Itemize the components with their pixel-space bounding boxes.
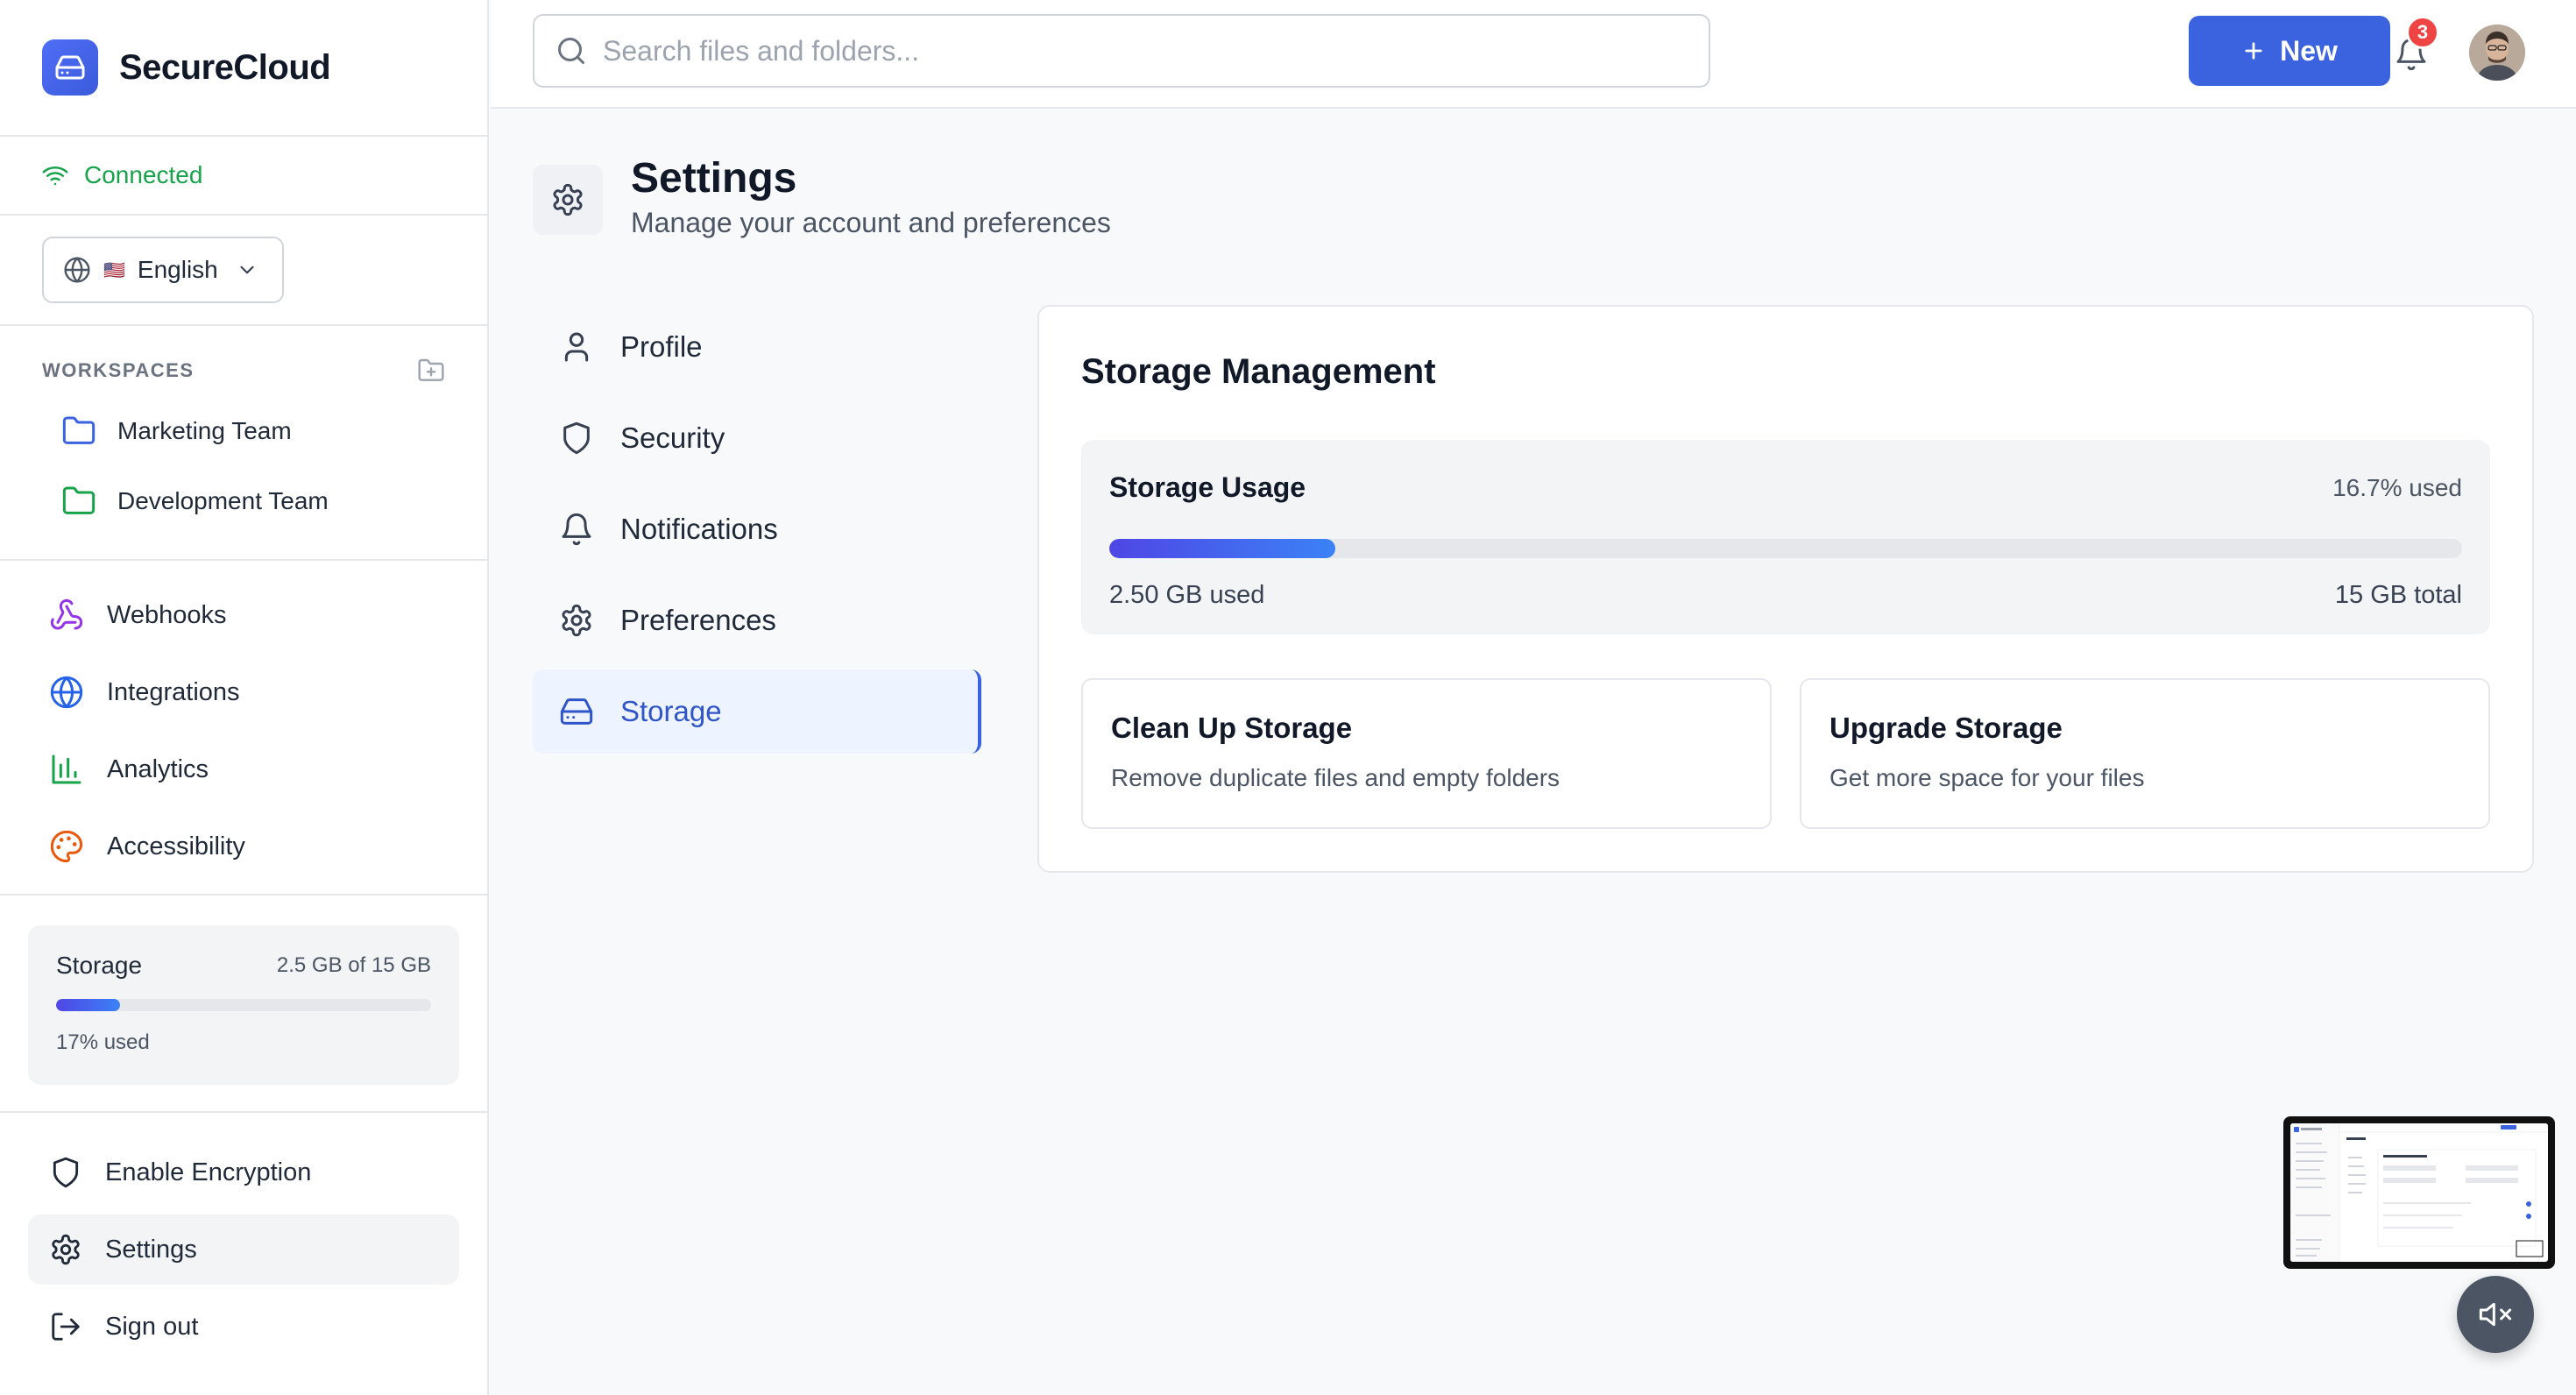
page-header: Settings Manage your account and prefere… — [533, 154, 1111, 239]
storage-usage-card: Storage Usage 16.7% used 2.50 GB used 15… — [1081, 440, 2490, 634]
usage-progress-fill — [1109, 539, 1335, 558]
tab-label: Preferences — [620, 604, 776, 636]
tab-security[interactable]: Security — [533, 396, 981, 480]
sidebar-storage-widget: Storage 2.5 GB of 15 GB 17% used — [28, 925, 459, 1085]
workspaces-section: WORKSPACES Marketing Team Development Te… — [0, 326, 487, 561]
tab-profile[interactable]: Profile — [533, 305, 981, 389]
plus-icon — [2245, 42, 2262, 60]
language-label: English — [137, 256, 218, 283]
search-icon — [558, 38, 584, 64]
usage-title: Storage Usage — [1109, 471, 1306, 503]
storage-progress-fill — [56, 999, 120, 1011]
app-name: SecureCloud — [119, 47, 331, 87]
gear-icon — [553, 183, 583, 216]
folder-icon — [62, 486, 96, 514]
gear-icon — [562, 604, 591, 637]
shield-icon — [53, 1157, 79, 1188]
sign-out-button[interactable]: Sign out — [28, 1292, 459, 1362]
clean-up-storage-card[interactable]: Clean Up Storage Remove duplicate files … — [1081, 678, 1772, 829]
workspaces-title: WORKSPACES — [42, 359, 195, 381]
sidebar-item-label: Integrations — [107, 677, 240, 706]
gear-icon — [52, 1234, 80, 1265]
tab-notifications[interactable]: Notifications — [533, 487, 981, 571]
volume-mute-icon — [2479, 1302, 2512, 1327]
user-icon — [564, 332, 589, 362]
us-flag-icon: 🇺🇸 — [103, 260, 125, 280]
action-title: Clean Up Storage — [1111, 712, 1353, 744]
bar-chart-icon — [52, 754, 81, 784]
storage-progress-bar — [56, 999, 431, 1011]
palette-icon — [50, 830, 83, 863]
enable-encryption-button[interactable]: Enable Encryption — [28, 1137, 459, 1207]
globe-icon — [50, 676, 83, 709]
tab-label: Storage — [620, 695, 722, 727]
workspace-marketing-team[interactable]: Marketing Team — [42, 396, 445, 466]
sidebar-item-label: Accessibility — [107, 832, 245, 860]
hard-drive-logo-icon — [42, 39, 98, 96]
page-subtitle: Manage your account and preferences — [631, 207, 1111, 238]
storage-amount: 2.5 GB of 15 GB — [276, 953, 431, 977]
search-box[interactable] — [533, 14, 1710, 88]
bottom-item-label: Sign out — [105, 1312, 199, 1341]
usage-total: 15 GB total — [2334, 581, 2462, 609]
new-button-label: New — [2280, 34, 2338, 67]
wifi-icon — [42, 166, 68, 186]
connection-status: Connected — [0, 137, 487, 216]
chevron-down-icon — [240, 266, 254, 274]
settings-nav: Profile Security Notifications Preferenc… — [533, 305, 981, 761]
screen-preview-thumbnail[interactable] — [2283, 1116, 2555, 1269]
top-bar: New 3 — [491, 0, 2576, 109]
tab-preferences[interactable]: Preferences — [533, 578, 981, 662]
sidebar-item-label: Analytics — [107, 754, 209, 783]
usage-progress-bar — [1109, 539, 2462, 558]
workspace-label: Marketing Team — [117, 417, 292, 444]
sidebar-item-integrations[interactable]: Integrations — [0, 654, 487, 731]
settings-header-icon — [533, 165, 603, 235]
usage-used: 2.50 GB used — [1109, 581, 1265, 609]
add-folder-icon[interactable] — [417, 357, 445, 385]
language-select[interactable]: 🇺🇸 English — [42, 237, 284, 303]
folder-icon — [62, 416, 96, 444]
new-button[interactable]: New — [2189, 16, 2390, 86]
user-avatar[interactable] — [2469, 25, 2525, 81]
sidebar-item-settings[interactable]: Settings — [28, 1214, 459, 1285]
globe-icon — [64, 257, 90, 283]
brand[interactable]: SecureCloud — [0, 0, 487, 137]
workspace-development-team[interactable]: Development Team — [42, 466, 445, 536]
sidebar-item-accessibility[interactable]: Accessibility — [0, 808, 487, 885]
sidebar-nav: Webhooks Integrations Analytics Accessib… — [0, 561, 487, 896]
search-input[interactable] — [603, 34, 1654, 67]
mute-button[interactable] — [2457, 1276, 2534, 1353]
page-title: Settings — [631, 155, 797, 202]
bell-icon — [562, 513, 591, 546]
tab-label: Security — [620, 421, 725, 454]
hard-drive-icon — [560, 698, 593, 725]
connection-label: Connected — [84, 161, 203, 188]
tab-storage[interactable]: Storage — [533, 669, 981, 754]
panel-title: Storage Management — [1081, 352, 1436, 391]
action-description: Remove duplicate files and empty folders — [1111, 764, 1560, 791]
notification-count-badge: 3 — [2406, 16, 2439, 49]
bottom-item-label: Enable Encryption — [105, 1158, 312, 1186]
upgrade-storage-card[interactable]: Upgrade Storage Get more space for your … — [1800, 678, 2490, 829]
action-title: Upgrade Storage — [1829, 712, 2063, 744]
action-description: Get more space for your files — [1829, 764, 2145, 791]
webhook-icon — [50, 598, 83, 630]
tab-label: Profile — [620, 330, 703, 363]
storage-management-panel: Storage Management Storage Usage 16.7% u… — [1037, 305, 2534, 873]
sidebar-item-analytics[interactable]: Analytics — [0, 731, 487, 808]
storage-percent: 17% used — [56, 1030, 150, 1054]
sign-out-icon — [52, 1313, 80, 1341]
sidebar-item-webhooks[interactable]: Webhooks — [0, 577, 487, 654]
bottom-item-label: Settings — [105, 1235, 197, 1264]
workspace-label: Development Team — [117, 487, 329, 514]
sidebar: SecureCloud Connected 🇺🇸 English WORKSPA… — [0, 0, 489, 1395]
tab-label: Notifications — [620, 513, 778, 545]
usage-percent: 16.7% used — [2332, 473, 2462, 501]
shield-icon — [563, 421, 590, 455]
storage-label: Storage — [56, 952, 143, 979]
sidebar-item-label: Webhooks — [107, 600, 227, 629]
